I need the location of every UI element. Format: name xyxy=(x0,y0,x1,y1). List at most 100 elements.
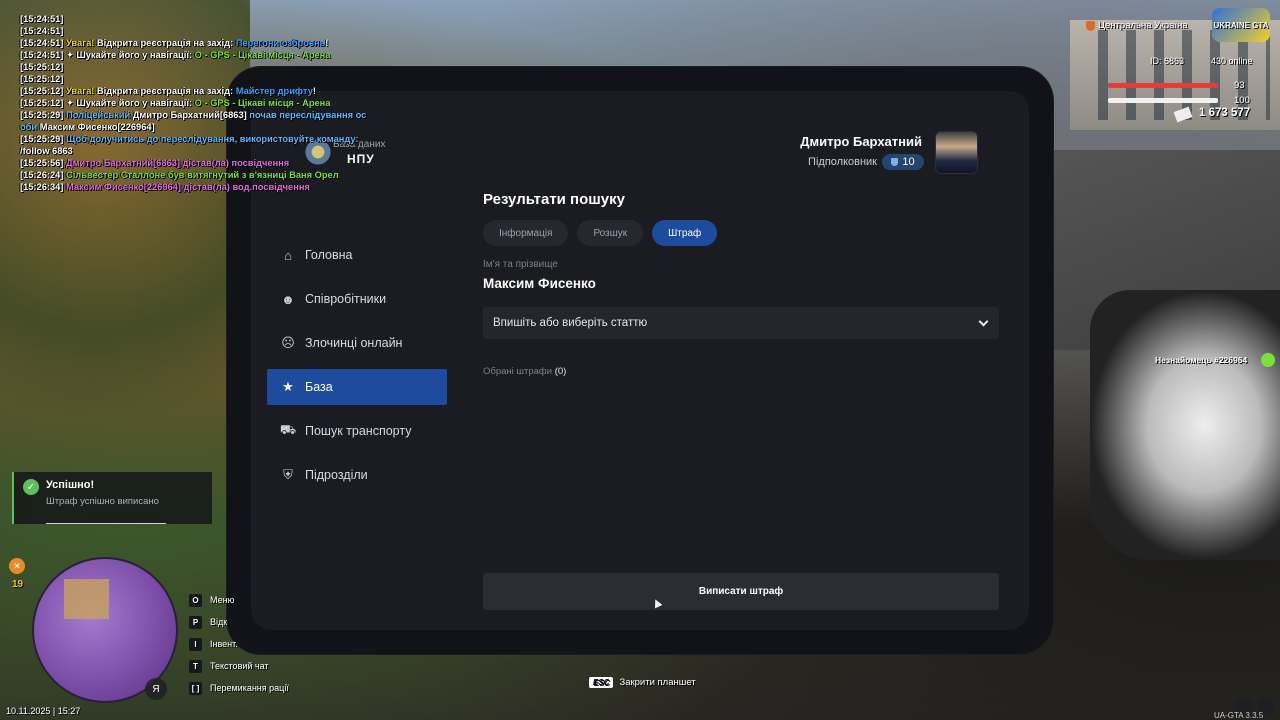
sidebar-item-label: Співробітники xyxy=(305,292,387,306)
notification-text: Штраф успішно виписано xyxy=(46,496,159,507)
chat-segment: [15:26:24] xyxy=(20,170,66,180)
npc-nametag: Незнайомець #226964 xyxy=(1155,355,1248,365)
chat-segment: [15:24:51] xyxy=(20,26,64,36)
chat-line: [15:25:12] xyxy=(20,61,366,73)
chat-segment: [15:25:12] xyxy=(20,86,66,96)
chat-segment: O - GPS - Цікаві місця - Арена xyxy=(194,50,331,60)
key-hint-label: Відк xyxy=(210,617,228,627)
key-cap: O xyxy=(189,593,202,607)
chat-segment: [15:24:51] xyxy=(20,14,64,24)
employees-icon: ☻ xyxy=(281,291,295,307)
sidebar-item-label: Злочинці онлайн xyxy=(305,336,403,350)
player-id: ID: 6863 xyxy=(1150,56,1185,66)
sidebar-item-1[interactable]: ☻ Співробітники xyxy=(267,281,447,317)
chat-line: [15:24:51] xyxy=(20,25,366,37)
name-value: Максим Фисенко xyxy=(483,276,596,291)
key-hint: I Інвент. xyxy=(189,633,289,655)
tablet-screen: База даних НПУ Дмитро Бархатний Підполко… xyxy=(251,91,1029,630)
chat-segment: Дмитро Бархатний[6863] дістав(ла) посвід… xyxy=(66,158,290,168)
region-label: Центральна Україна xyxy=(1098,20,1188,31)
npc-voice-icon xyxy=(1261,353,1275,367)
chat-segment: Дмитро Бархатний[6863] xyxy=(132,110,250,120)
background-car xyxy=(1090,290,1280,560)
key-hint-label: Інвент. xyxy=(210,639,238,649)
chat-line: [15:25:12] xyxy=(20,73,366,85)
tab-0[interactable]: Інформація xyxy=(483,220,569,246)
criminals-icon: ☹ xyxy=(281,335,295,350)
article-select-placeholder: Впишіть або виберіть статтю xyxy=(493,317,648,329)
page-title: Результати пошуку xyxy=(483,191,625,208)
close-tablet-hint: ESC Закрити планшет xyxy=(589,677,696,688)
region-icon xyxy=(1086,21,1095,31)
name-label: Ім'я та прізвище xyxy=(483,259,558,270)
chosen-fines-count: (0) xyxy=(554,366,567,377)
issue-fine-button[interactable]: Виписати штраф xyxy=(483,573,999,610)
key-cap: P xyxy=(189,615,202,629)
chevron-down-icon xyxy=(978,316,989,326)
shield-icon: ⛨ xyxy=(283,467,293,482)
chat-segment: [15:25:12] xyxy=(20,62,64,72)
chat-segment: Перегони озброєнь xyxy=(235,38,326,48)
sidebar-item-label: Пошук транспорту xyxy=(305,424,412,438)
chat-segment: [15:25:29] xyxy=(20,134,66,144)
microphone-icon: Я xyxy=(145,678,167,700)
version-label: UA-GTA 3.3.5 xyxy=(1214,711,1264,720)
chat-segment: [15:25:56] xyxy=(20,158,66,168)
hunger-value: 19 xyxy=(12,579,24,590)
sidebar-item-label: Підрозділи xyxy=(305,468,368,482)
chat-segment: [15:25:12] xyxy=(20,98,66,108)
car-icon: ⛟ xyxy=(279,422,297,437)
chat-segment: ✦ Шукайте його у навігації: xyxy=(66,50,195,60)
chat-segment: [15:25:29] xyxy=(20,110,66,120)
sidebar-item-0[interactable]: ⌂ Головна xyxy=(267,237,447,273)
key-hints: O Меню P Відк I Інвент. T Текстовий чат [ ] Перем… xyxy=(189,589,289,699)
tab-2[interactable]: Штраф xyxy=(652,220,718,246)
article-select[interactable]: Впишіть або виберіть статтю xyxy=(483,307,999,339)
chat-segment: Сільвестер Сталлоне був витягнутий з в'я… xyxy=(66,170,339,180)
chat-segment: почав переслідування ос xyxy=(249,110,367,120)
sidebar-item-label: Головна xyxy=(305,248,353,262)
check-icon: ✓ xyxy=(23,479,39,495)
sidebar-item-3[interactable]: ★ База xyxy=(267,369,447,405)
chat-segment: Поліцейський xyxy=(66,110,133,120)
key-cap: I xyxy=(189,637,202,651)
chat-line: [15:25:29] Поліцейський Дмитро Бархатний… xyxy=(20,109,366,121)
key-hint-label: Меню xyxy=(210,595,235,605)
star-icon: ★ xyxy=(282,379,294,394)
chat-line: /follow 6863 xyxy=(20,145,366,157)
key-cap: [ ] xyxy=(189,681,202,695)
chat-segment: /follow 6863 xyxy=(20,146,73,156)
success-notification: ✓ Успішно! Штраф успішно виписано xyxy=(12,472,212,524)
chat-segment: Максим Фисенко[226964] xyxy=(39,122,155,132)
sidebar-item-2[interactable]: ☹ Злочинці онлайн xyxy=(267,325,447,361)
chat-segment: Максим Фисенко[226964] дістав(ла) вод.по… xyxy=(66,182,310,192)
chat-segment: [15:24:51] xyxy=(20,50,66,60)
chat-log: [15:24:51] [15:24:51] [15:24:51] Увага! Ві… xyxy=(20,13,366,193)
chat-line: [15:24:51] Увага! Відкрита реєстрація на… xyxy=(20,37,366,49)
chat-segment: [15:26:34] xyxy=(20,182,66,192)
chat-segment: ! xyxy=(312,86,316,96)
chat-line: [15:25:56] Дмитро Бархатний[6863] дістав… xyxy=(20,157,366,169)
chat-line: [15:25:12] ✦ Шукайте його у навігації: O… xyxy=(20,97,366,109)
tab-1[interactable]: Розшук xyxy=(577,220,644,246)
chat-segment: [15:25:12] xyxy=(20,74,64,84)
sidebar-item-4[interactable]: ⛟ Пошук транспорту xyxy=(267,413,447,449)
key-hint: [ ] Перемикання рації xyxy=(189,677,289,699)
notification-progress xyxy=(46,523,166,524)
key-cap: T xyxy=(189,659,202,673)
esc-key: ESC xyxy=(589,677,614,688)
chat-line: [15:24:51] xyxy=(20,13,366,25)
search-results-panel: Результати пошуку Інформація Розшук Штраф … xyxy=(483,91,999,630)
hunger-icon: ✕ xyxy=(9,558,25,574)
chat-segment: оби xyxy=(20,122,40,132)
sidebar-item-5[interactable]: ⛨ Підрозділи xyxy=(267,457,447,493)
result-tabs: Інформація Розшук Штраф xyxy=(483,220,718,246)
chat-segment: ! xyxy=(325,38,329,48)
chat-segment: [15:24:51] xyxy=(20,38,66,48)
sidebar-item-label: База xyxy=(305,380,333,394)
game-logo: UKRAINE GTA xyxy=(1212,8,1270,42)
online-count: 430 online xyxy=(1211,56,1253,66)
mic-label: Я xyxy=(152,683,160,695)
key-hint: P Відк xyxy=(189,611,289,633)
chat-segment: Щоб долучитись до переслідування, викори… xyxy=(66,134,359,144)
